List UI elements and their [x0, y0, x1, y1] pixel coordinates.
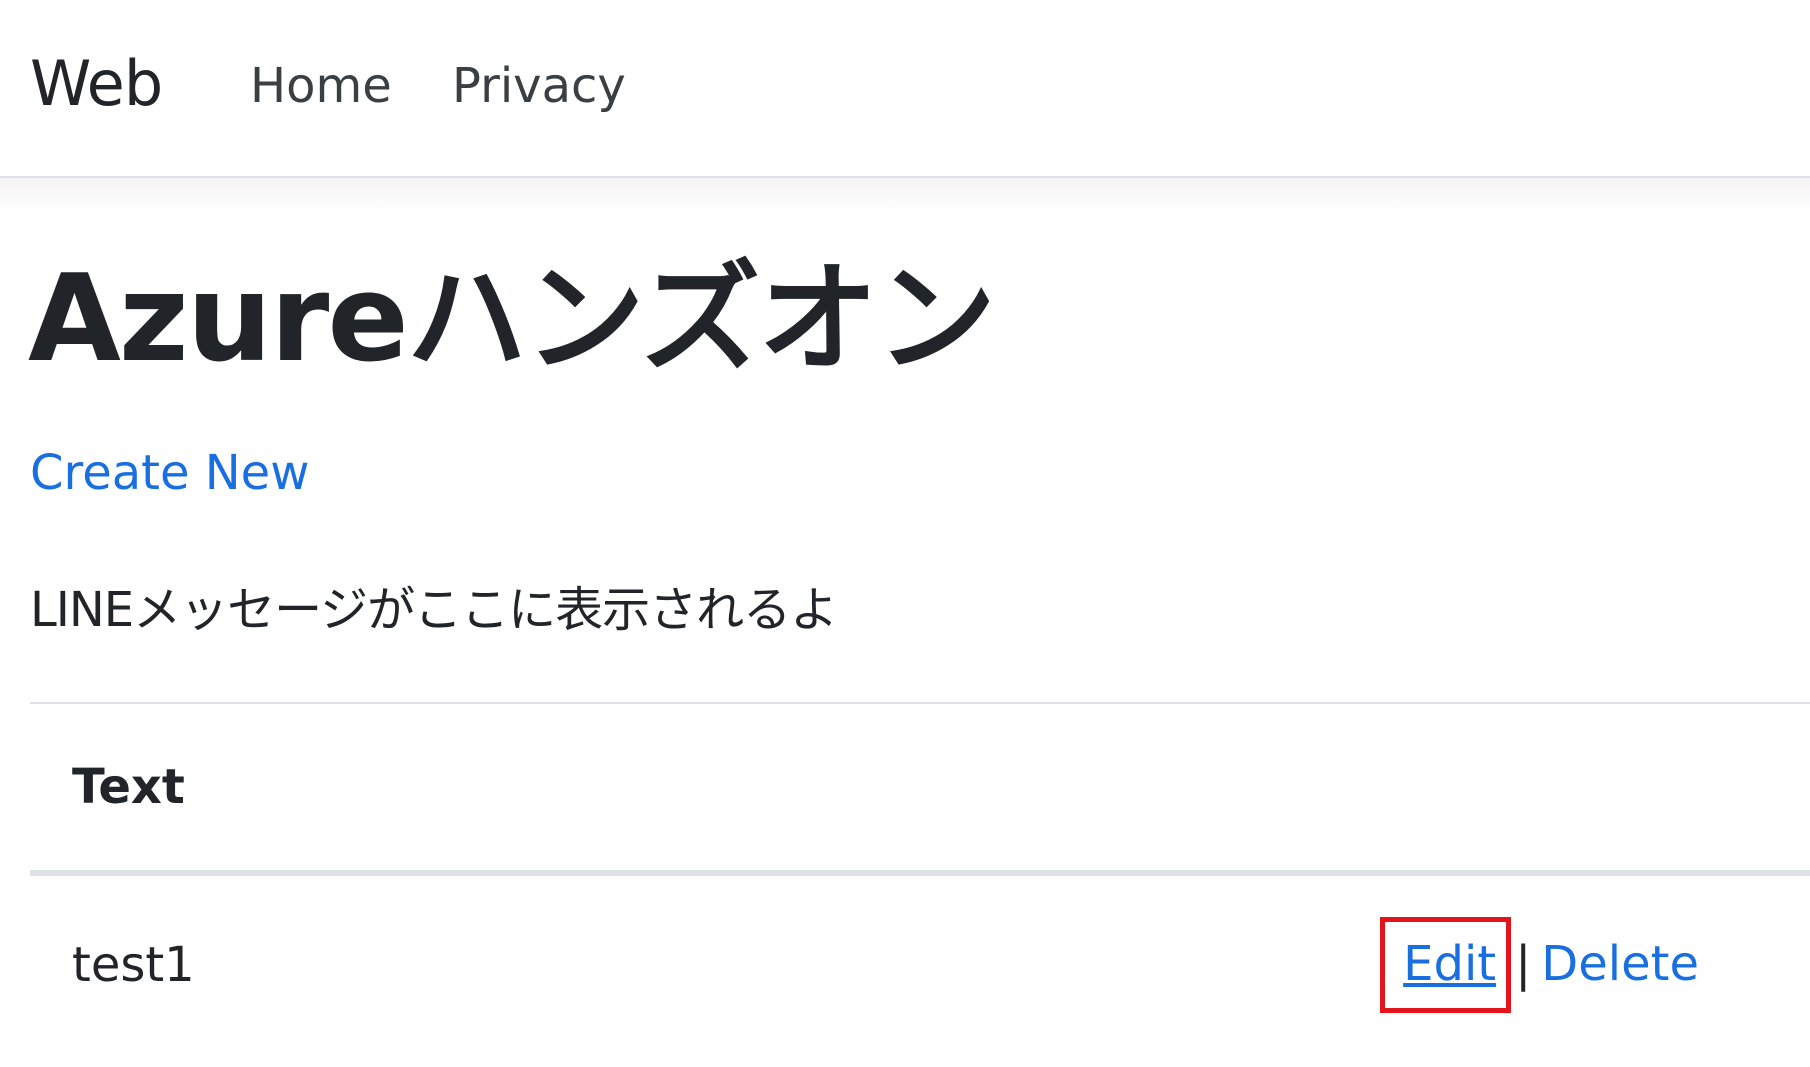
- message-text: LINEメッセージがここに表示されるよ: [30, 582, 838, 638]
- action-separator: |: [1515, 935, 1532, 992]
- delete-link[interactable]: Delete: [1541, 936, 1699, 992]
- table-header-row: Text: [30, 702, 1810, 876]
- edit-link[interactable]: Edit: [1403, 936, 1496, 992]
- edit-highlight-box: Edit: [1380, 916, 1512, 1013]
- messages-table: Text test1 Edit | Delete: [30, 702, 1810, 1053]
- column-header-text: Text: [30, 702, 525, 876]
- nav-link-home[interactable]: Home: [250, 56, 392, 116]
- top-navbar: Web Home Privacy: [0, 0, 1810, 178]
- nav-link-privacy[interactable]: Privacy: [452, 56, 626, 116]
- brand-link[interactable]: Web: [30, 46, 163, 122]
- cell-text: test1: [72, 936, 195, 993]
- cell-actions: Edit | Delete: [524, 873, 1810, 1053]
- table-row: test1 Edit | Delete: [30, 873, 1810, 1053]
- page-title: Azureハンズオン: [28, 250, 996, 389]
- create-new-link[interactable]: Create New: [30, 443, 309, 503]
- column-header-actions: [524, 702, 1810, 876]
- navbar-shadow: [0, 178, 1810, 212]
